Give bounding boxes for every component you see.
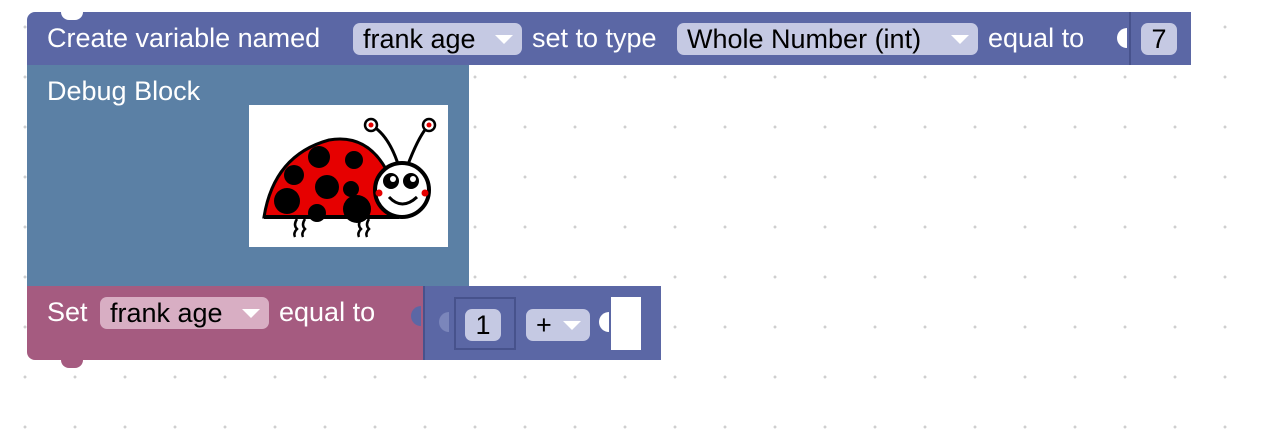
right-operand-tab	[599, 312, 609, 332]
equal-to-label: equal to	[988, 23, 1085, 53]
inner-socket-tab	[439, 312, 449, 332]
chevron-down-icon	[495, 35, 513, 44]
type-dropdown[interactable]: Whole Number (int)	[677, 23, 978, 55]
input-socket-tab	[1117, 28, 1127, 48]
operator-value: +	[536, 310, 552, 340]
set-variable-value: frank age	[110, 298, 223, 328]
create-variable-label: Create variable named	[47, 23, 321, 53]
debug-block[interactable]: Debug Block	[27, 65, 469, 286]
chevron-down-icon	[951, 35, 969, 44]
create-variable-block[interactable]: Create variable named frank age set to t…	[27, 12, 1191, 65]
chevron-down-icon	[563, 321, 581, 330]
variable-name-dropdown[interactable]: frank age	[353, 23, 522, 55]
type-value: Whole Number (int)	[687, 24, 922, 54]
set-label: Set	[47, 297, 88, 327]
set-variable-block[interactable]: Set frank age equal to	[27, 286, 423, 368]
value-number-field[interactable]: 7	[1141, 23, 1177, 55]
ladybug-image	[249, 105, 448, 247]
set-equal-to-label: equal to	[279, 297, 376, 327]
left-operand-field[interactable]: 1	[465, 309, 501, 341]
right-operand-socket[interactable]	[611, 297, 641, 350]
variable-name-value: frank age	[363, 24, 476, 54]
math-arithmetic-block[interactable]: 1 +	[411, 286, 661, 360]
set-variable-dropdown[interactable]: frank age	[100, 297, 269, 329]
debug-block-label: Debug Block	[47, 76, 201, 106]
ladybug-icon	[262, 117, 437, 238]
chevron-down-icon	[242, 309, 260, 318]
operator-dropdown[interactable]: +	[526, 309, 590, 341]
block-notch	[61, 12, 83, 20]
set-to-type-label: set to type	[532, 23, 657, 53]
